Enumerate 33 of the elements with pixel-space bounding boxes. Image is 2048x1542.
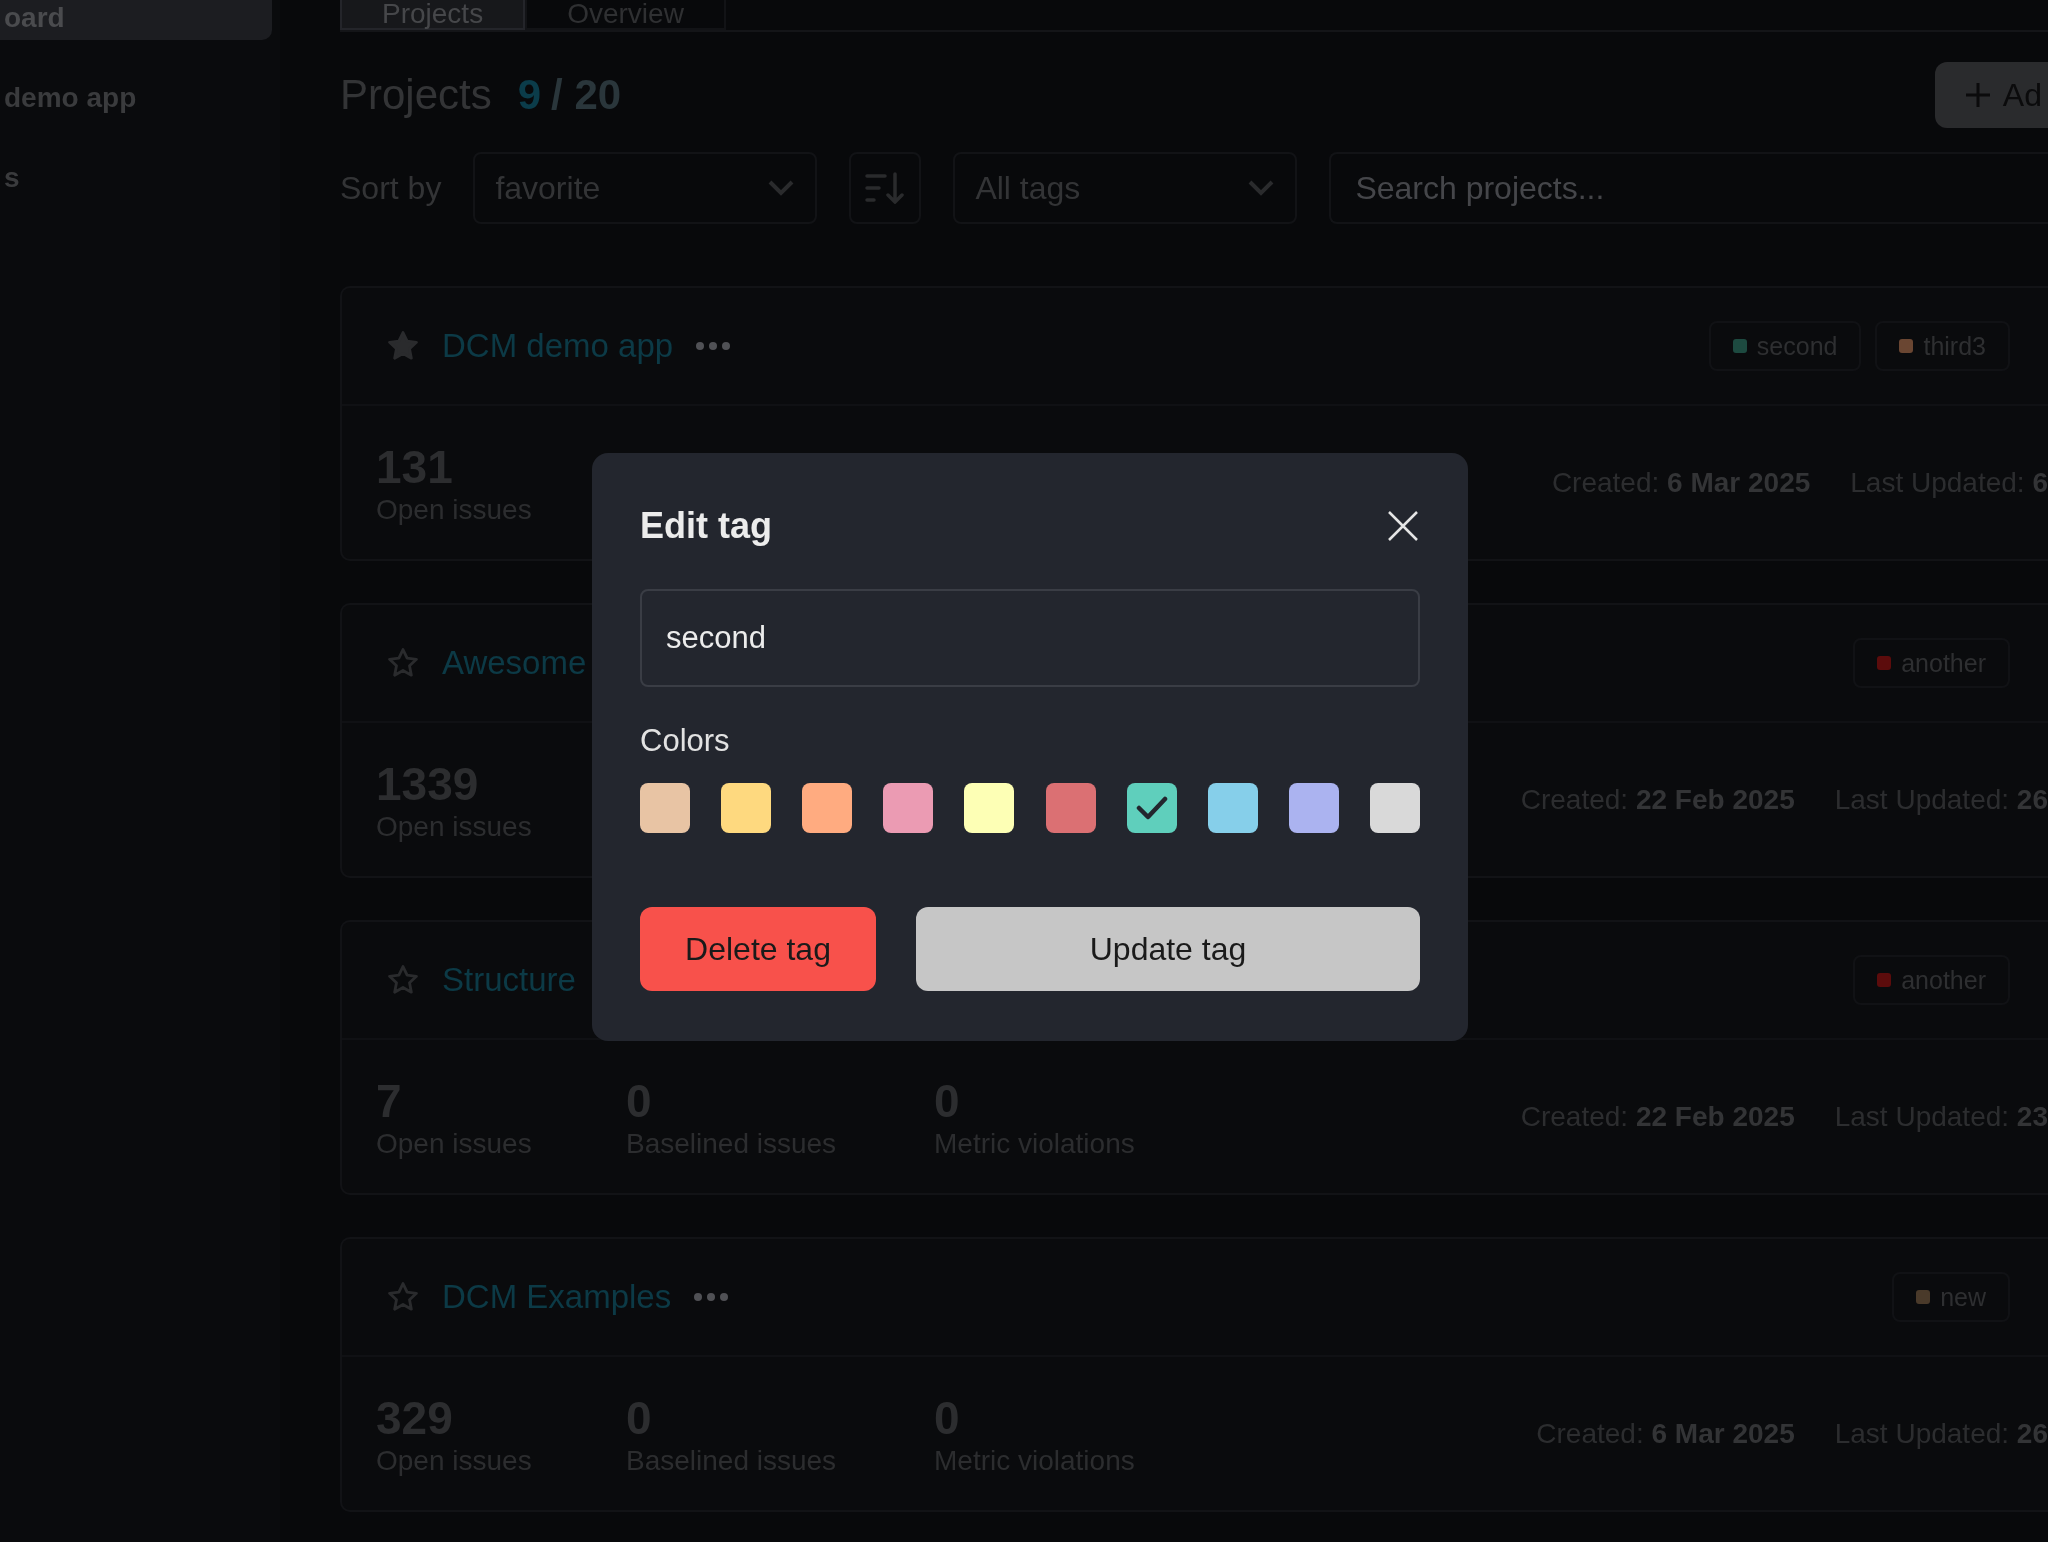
- project-count: 9: [517, 71, 542, 119]
- more-icon[interactable]: [695, 341, 732, 351]
- color-swatch[interactable]: [1045, 783, 1096, 833]
- color-swatch[interactable]: [640, 783, 690, 833]
- search-field[interactable]: Search projects...: [1329, 152, 2048, 224]
- color-swatch[interactable]: [1126, 783, 1177, 833]
- project-name[interactable]: DCM demo app: [442, 327, 674, 365]
- chevron-down-icon: [767, 179, 796, 197]
- star-icon[interactable]: [386, 1280, 420, 1314]
- sort-descending-icon: [865, 172, 906, 204]
- star-icon[interactable]: [386, 646, 420, 680]
- color-swatch[interactable]: [1370, 783, 1420, 833]
- chevron-down-icon: [1247, 179, 1276, 197]
- color-swatch[interactable]: [721, 783, 772, 833]
- plus-icon: [1964, 82, 1991, 108]
- project-name[interactable]: Awesome: [442, 644, 587, 682]
- colors-label: Colors: [640, 723, 731, 759]
- close-icon[interactable]: [1386, 509, 1420, 543]
- color-swatch[interactable]: [802, 783, 853, 833]
- dialog-title: Edit tag: [640, 505, 772, 547]
- update-tag-button[interactable]: Update tag: [916, 907, 1420, 991]
- more-icon[interactable]: [693, 1292, 730, 1302]
- color-swatch[interactable]: [1288, 783, 1339, 833]
- check-icon: [1135, 795, 1168, 821]
- project-name[interactable]: Structure: [442, 961, 576, 999]
- delete-tag-button[interactable]: Delete tag: [640, 907, 876, 991]
- star-icon[interactable]: [386, 963, 420, 997]
- color-swatch[interactable]: [883, 783, 934, 833]
- star-icon[interactable]: [386, 329, 420, 363]
- color-swatch[interactable]: [1207, 783, 1258, 833]
- project-name[interactable]: DCM Examples: [442, 1278, 672, 1316]
- color-swatch[interactable]: [964, 783, 1015, 833]
- tag-name-field[interactable]: second: [640, 589, 1420, 687]
